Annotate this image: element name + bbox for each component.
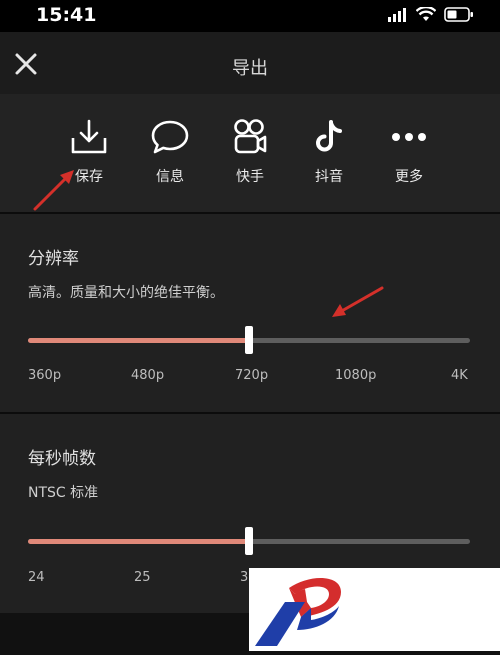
watermark-logo [249, 568, 500, 651]
framerate-tick-25: 25 [134, 570, 151, 585]
share-more-button[interactable]: 更多 [379, 118, 439, 186]
title-bar: 导出 [0, 32, 500, 94]
framerate-subtitle: NTSC 标准 [28, 485, 99, 501]
framerate-slider-thumb[interactable] [245, 527, 253, 555]
framerate-slider-fill [28, 539, 249, 544]
share-message-label: 信息 [156, 169, 184, 185]
page-title: 导出 [232, 58, 268, 79]
status-icons [388, 7, 474, 22]
resolution-slider[interactable] [28, 326, 470, 354]
status-bar: 15:41 [0, 0, 500, 32]
framerate-slider[interactable] [28, 527, 470, 555]
download-icon [71, 119, 107, 154]
resolution-tick-1080p: 1080p [335, 368, 377, 383]
logo-icon [255, 577, 341, 646]
share-douyin-button[interactable]: 抖音 [299, 118, 359, 186]
annotation-arrow-icon [332, 286, 384, 317]
resolution-slider-thumb[interactable] [245, 326, 253, 354]
share-kuaishou-button[interactable]: 快手 [220, 118, 280, 186]
framerate-tick-24: 24 [28, 570, 45, 585]
share-kuaishou-label: 快手 [236, 169, 264, 185]
share-message-button[interactable]: 信息 [140, 118, 200, 186]
framerate-tick-30: 3 [240, 570, 249, 585]
resolution-title: 分辨率 [28, 249, 79, 269]
signal-icon [388, 7, 406, 22]
battery-icon [444, 7, 473, 22]
kuaishou-icon [234, 119, 267, 154]
more-dots-icon [392, 133, 426, 141]
resolution-subtitle: 高清。质量和大小的绝佳平衡。 [28, 285, 224, 301]
framerate-title: 每秒帧数 [28, 449, 96, 469]
resolution-tick-4k: 4K [451, 368, 468, 383]
resolution-slider-fill [28, 338, 249, 343]
resolution-tick-480p: 480p [131, 368, 165, 383]
annotation-arrow-icon [33, 170, 74, 211]
status-time: 15:41 [36, 4, 97, 26]
share-more-label: 更多 [395, 169, 423, 185]
wifi-icon [416, 7, 436, 21]
resolution-tick-720p: 720p [235, 368, 269, 383]
resolution-section: 分辨率 高清。质量和大小的绝佳平衡。 360p 480p 720p 1080p … [0, 214, 500, 412]
resolution-tick-360p: 360p [28, 368, 62, 383]
tiktok-icon [316, 120, 342, 152]
share-douyin-label: 抖音 [315, 169, 343, 185]
chat-bubble-icon [151, 120, 189, 154]
